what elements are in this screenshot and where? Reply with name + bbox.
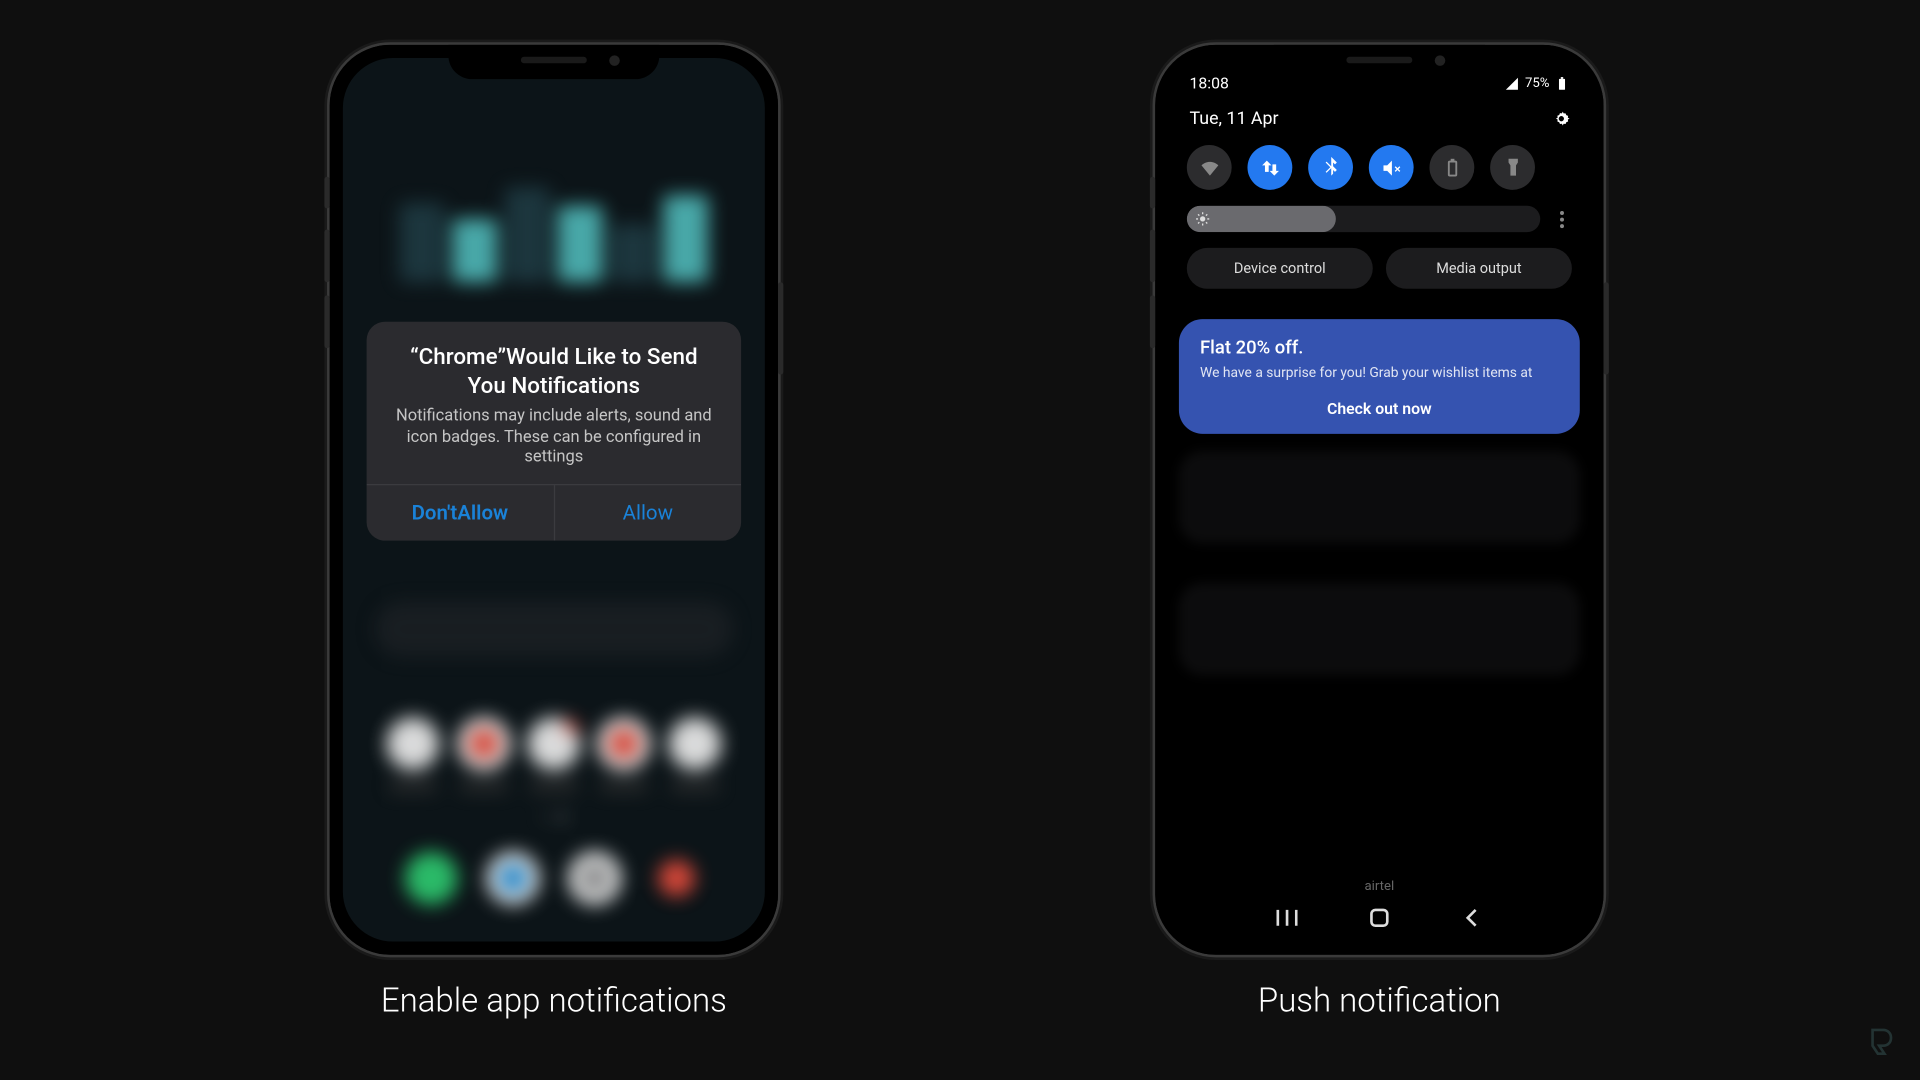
app-icon xyxy=(650,852,703,905)
blurred-card xyxy=(1179,583,1580,675)
phone-ios-mockup: “Chrome”Would Like to Send You Notificat… xyxy=(330,45,778,955)
front-camera xyxy=(1435,55,1446,66)
flashlight-icon xyxy=(1501,156,1523,178)
volume-down-button xyxy=(1150,295,1155,348)
back-chevron-icon xyxy=(1464,909,1480,927)
front-camera xyxy=(609,55,620,66)
media-output-button[interactable]: Media output xyxy=(1386,248,1572,289)
more-options-icon[interactable] xyxy=(1551,208,1572,229)
status-bar: 18:08 75% xyxy=(1189,74,1569,92)
app-icon xyxy=(527,717,580,770)
power-button xyxy=(1604,282,1609,374)
caption-left: Enable app notifications xyxy=(330,982,778,1020)
notification-body: We have a surprise for you! Grab your wi… xyxy=(1200,364,1559,381)
phone-screen: “Chrome”Would Like to Send You Notificat… xyxy=(343,58,765,942)
app-icon xyxy=(668,717,721,770)
home-icon xyxy=(1369,907,1390,928)
bluetooth-icon xyxy=(1319,156,1341,178)
wifi-toggle[interactable] xyxy=(1187,145,1232,190)
notification-permission-dialog: “Chrome”Would Like to Send You Notificat… xyxy=(367,322,742,541)
volume-up-button xyxy=(1150,229,1155,282)
battery-icon xyxy=(1555,76,1570,91)
settings-gear-icon[interactable] xyxy=(1551,108,1572,129)
brightness-slider[interactable] xyxy=(1187,206,1540,232)
quick-settings-toggles xyxy=(1187,145,1572,190)
notification-title: Flat 20% off. xyxy=(1200,338,1559,359)
wifi-icon xyxy=(1198,156,1220,178)
mute-switch xyxy=(324,177,329,209)
status-time: 18:08 xyxy=(1189,74,1228,92)
brightness-slider-row xyxy=(1187,206,1572,232)
mobile-data-toggle[interactable] xyxy=(1247,145,1292,190)
back-button[interactable] xyxy=(1458,905,1484,931)
home-button[interactable] xyxy=(1366,905,1392,931)
volume-down-button xyxy=(324,295,329,348)
navigation-bar xyxy=(1168,905,1590,931)
device-control-button[interactable]: Device control xyxy=(1187,248,1373,289)
flashlight-toggle[interactable] xyxy=(1490,145,1535,190)
app-icon xyxy=(387,717,440,770)
allow-button[interactable]: Allow xyxy=(555,485,742,540)
data-arrows-icon xyxy=(1259,156,1281,178)
recents-button[interactable] xyxy=(1274,905,1300,931)
battery-icon xyxy=(1441,156,1463,178)
dialog-title: “Chrome”Would Like to Send You Notificat… xyxy=(390,343,717,401)
recents-icon xyxy=(1277,909,1298,927)
mute-switch xyxy=(1150,177,1155,209)
signal-icon xyxy=(1505,76,1520,91)
power-saving-toggle[interactable] xyxy=(1429,145,1474,190)
battery-percent: 75% xyxy=(1525,76,1549,91)
push-notification-card[interactable]: Flat 20% off. We have a surprise for you… xyxy=(1179,319,1580,434)
app-icon xyxy=(598,717,651,770)
caption-right: Push notification xyxy=(1155,982,1603,1020)
blurred-card xyxy=(1179,451,1580,543)
volume-up-button xyxy=(324,229,329,282)
mute-icon xyxy=(1380,156,1402,178)
app-icon xyxy=(487,852,540,905)
phone-screen: 18:08 75% Tue, 11 Apr xyxy=(1168,58,1590,942)
power-button xyxy=(778,282,783,374)
dont-allow-button[interactable]: Don'tAllow xyxy=(367,485,555,540)
brightness-icon xyxy=(1195,211,1211,227)
app-icon xyxy=(568,852,621,905)
bluetooth-toggle[interactable] xyxy=(1308,145,1353,190)
phone-android-mockup: 18:08 75% Tue, 11 Apr xyxy=(1155,45,1603,955)
app-icon xyxy=(457,717,510,770)
carrier-label: airtel xyxy=(1168,880,1590,895)
watermark-logo-icon xyxy=(1865,1026,1897,1058)
date-label: Tue, 11 Apr xyxy=(1189,108,1278,129)
notification-cta[interactable]: Check out now xyxy=(1200,400,1559,418)
app-icon xyxy=(405,852,458,905)
mute-toggle[interactable] xyxy=(1369,145,1414,190)
dialog-description: Notifications may include alerts, sound … xyxy=(390,406,717,468)
